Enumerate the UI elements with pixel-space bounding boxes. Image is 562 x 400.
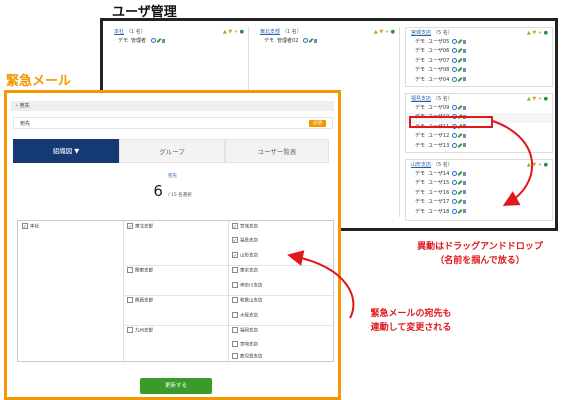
sync-note-line-2: 連動して変更される (370, 323, 452, 333)
sync-arrow (287, 250, 355, 319)
drag-arrow (492, 120, 533, 206)
drag-note-line-1: 異動はドラッグアンドドロップ (417, 242, 543, 252)
annotation-arrows (287, 120, 533, 319)
drag-note-line-2: （名前を掴んで放る） (435, 256, 525, 266)
drag-drop-note: 異動はドラッグアンドドロップ （名前を掴んで放る） (410, 240, 550, 268)
sync-note: 緊急メールの宛先も 連動して変更される (356, 307, 466, 335)
sync-note-line-1: 緊急メールの宛先も (370, 309, 452, 319)
